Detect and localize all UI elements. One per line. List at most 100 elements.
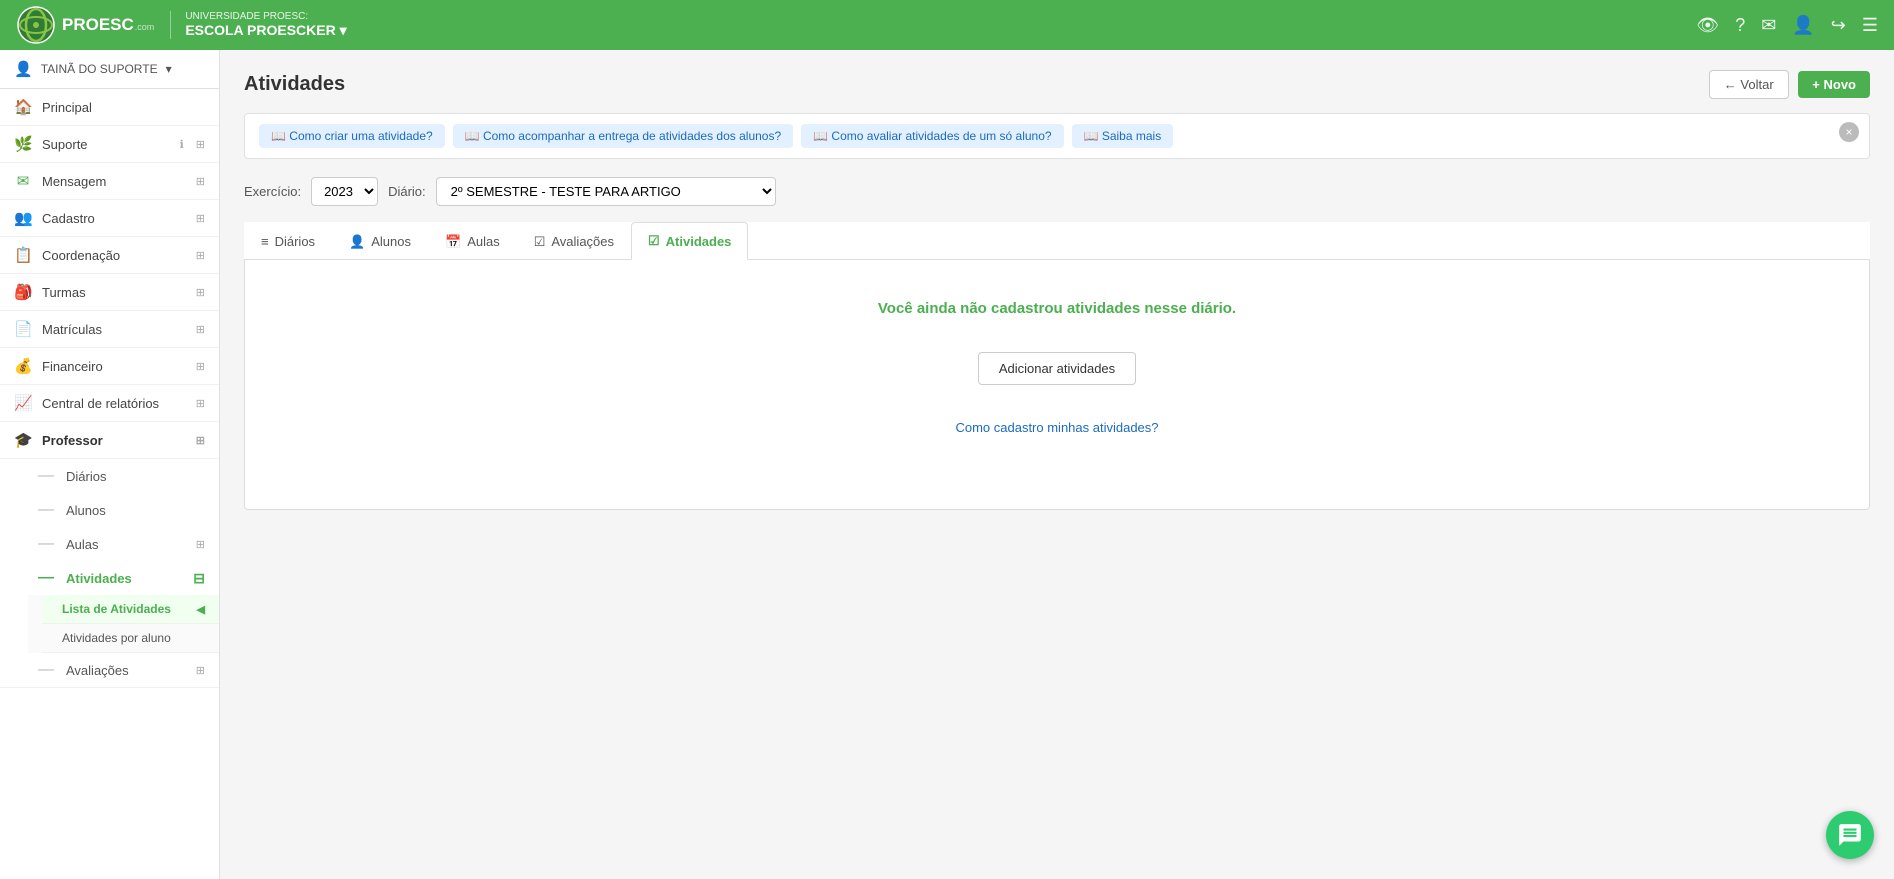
exercicio-select[interactable]: 2023 2022 2021 bbox=[311, 177, 378, 206]
signout-icon[interactable]: ↪ bbox=[1831, 15, 1846, 36]
sidebar-item-suporte[interactable]: 🌿 Suporte ℹ ⊞ bbox=[0, 126, 219, 163]
sidebar-item-principal[interactable]: 🏠 Principal bbox=[0, 89, 219, 126]
chat-bubble[interactable] bbox=[1826, 811, 1874, 859]
cadastro-expand-icon[interactable]: ⊞ bbox=[196, 212, 205, 225]
sidebar-label-turmas: Turmas bbox=[42, 285, 186, 300]
sidebar-sub-item-diarios[interactable]: — Diários bbox=[28, 459, 219, 493]
sidebar-label-suporte: Suporte bbox=[42, 137, 170, 152]
coordenacao-icon: 📋 bbox=[14, 246, 32, 264]
tab-alunos-label: Alunos bbox=[371, 234, 411, 249]
mail-icon[interactable]: ✉ bbox=[1761, 15, 1776, 36]
logo-area[interactable]: PROESC .com bbox=[16, 5, 154, 45]
sidebar-sub-item-atividades[interactable]: — Atividades ⊟ bbox=[28, 561, 219, 595]
eye-icon[interactable]: 👁 bbox=[1696, 15, 1719, 36]
sidebar-item-relatorios[interactable]: 📈 Central de relatórios ⊞ bbox=[0, 385, 219, 422]
matriculas-icon: 📄 bbox=[14, 320, 32, 338]
tab-alunos[interactable]: 👤 Alunos bbox=[332, 222, 428, 260]
sidebar-label-cadastro: Cadastro bbox=[42, 211, 186, 226]
tab-diarios-icon: ≡ bbox=[261, 234, 269, 249]
new-button[interactable]: + Novo bbox=[1798, 71, 1870, 98]
tab-alunos-icon: 👤 bbox=[349, 234, 365, 250]
coordenacao-expand-icon[interactable]: ⊞ bbox=[196, 249, 205, 262]
dash-diarios: — bbox=[38, 467, 54, 485]
user-bar[interactable]: 👤 TAINÃ DO SUPORTE ▾ bbox=[0, 50, 219, 89]
financeiro-expand-icon[interactable]: ⊞ bbox=[196, 360, 205, 373]
sub-label-avaliacoes: Avaliações bbox=[66, 663, 129, 678]
sidebar-label-relatorios: Central de relatórios bbox=[42, 396, 186, 411]
tab-aulas-icon: 📅 bbox=[445, 234, 461, 250]
sidebar-item-turmas[interactable]: 🎒 Turmas ⊞ bbox=[0, 274, 219, 311]
tab-avaliacoes-icon: ☑ bbox=[534, 234, 546, 250]
university-label: UNIVERSIDADE PROESC: bbox=[185, 11, 346, 22]
school-name[interactable]: ESCOLA PROESCKER ▾ bbox=[185, 22, 346, 39]
relatorios-expand-icon[interactable]: ⊞ bbox=[196, 397, 205, 410]
tab-diarios-label: Diários bbox=[275, 234, 315, 249]
turmas-expand-icon[interactable]: ⊞ bbox=[196, 286, 205, 299]
top-header: PROESC .com UNIVERSIDADE PROESC: ESCOLA … bbox=[0, 0, 1894, 50]
home-icon: 🏠 bbox=[14, 98, 32, 116]
dash-avaliacoes: — bbox=[38, 661, 54, 679]
sidebar-label-principal: Principal bbox=[42, 100, 205, 115]
tab-atividades-label: Atividades bbox=[666, 234, 732, 249]
content-header: Atividades ← Voltar + Novo bbox=[244, 70, 1870, 99]
sidebar-sub-item-alunos[interactable]: — Alunos bbox=[28, 493, 219, 527]
how-to-register-link[interactable]: Como cadastro minhas atividades? bbox=[955, 420, 1158, 435]
user-name: TAINÃ DO SUPORTE bbox=[41, 62, 158, 76]
main-layout: 👤 TAINÃ DO SUPORTE ▾ 🏠 Principal 🌿 Supor… bbox=[0, 50, 1894, 879]
mensagem-expand-icon[interactable]: ⊞ bbox=[196, 175, 205, 188]
help-link-criar[interactable]: 📖 Como criar uma atividade? bbox=[259, 124, 445, 148]
sub-label-atividades: Atividades bbox=[66, 571, 132, 586]
sidebar-item-coordenacao[interactable]: 📋 Coordenação ⊞ bbox=[0, 237, 219, 274]
avaliacoes-expand-icon[interactable]: ⊞ bbox=[196, 664, 205, 677]
tab-aulas-label: Aulas bbox=[467, 234, 500, 249]
aulas-expand-icon[interactable]: ⊞ bbox=[196, 538, 205, 551]
sidebar-subgroup-item-lista[interactable]: Lista de Atividades ◀ bbox=[42, 595, 219, 624]
dash-alunos: — bbox=[38, 501, 54, 519]
sidebar-sub-item-aulas[interactable]: — Aulas ⊞ bbox=[28, 527, 219, 561]
logo-com: .com bbox=[135, 22, 155, 32]
sidebar-item-mensagem[interactable]: ✉ Mensagem ⊞ bbox=[0, 163, 219, 200]
logo-image bbox=[16, 5, 56, 45]
tab-avaliacoes-label: Avaliações bbox=[551, 234, 614, 249]
question-icon[interactable]: ? bbox=[1735, 15, 1745, 36]
suporte-expand-icon[interactable]: ⊞ bbox=[196, 138, 205, 151]
tab-atividades-icon: ☑ bbox=[648, 233, 660, 249]
tab-aulas[interactable]: 📅 Aulas bbox=[428, 222, 517, 260]
sidebar-label-financeiro: Financeiro bbox=[42, 359, 186, 374]
tab-avaliacoes[interactable]: ☑ Avaliações bbox=[517, 222, 631, 260]
sidebar-item-cadastro[interactable]: 👥 Cadastro ⊞ bbox=[0, 200, 219, 237]
tabs-bar: ≡ Diários 👤 Alunos 📅 Aulas ☑ Avaliações … bbox=[244, 222, 1870, 260]
suporte-icon: 🌿 bbox=[14, 135, 32, 153]
dash-aulas: — bbox=[38, 535, 54, 553]
lista-label: Lista de Atividades bbox=[62, 602, 171, 616]
sidebar-sub-item-avaliacoes[interactable]: — Avaliações ⊞ bbox=[28, 653, 219, 687]
sidebar-subgroup-item-atividades-aluno[interactable]: Atividades por aluno bbox=[42, 624, 219, 653]
menu-icon[interactable]: ☰ bbox=[1862, 15, 1878, 36]
mail-sidebar-icon: ✉ bbox=[14, 172, 32, 190]
sub-label-alunos: Alunos bbox=[66, 503, 106, 518]
financeiro-icon: 💰 bbox=[14, 357, 32, 375]
professor-submenu: — Diários — Alunos — Aulas ⊞ — Atividade… bbox=[0, 459, 219, 688]
atividades-collapse-icon[interactable]: ⊟ bbox=[193, 570, 205, 587]
sidebar-item-professor[interactable]: 🎓 Professor ⊞ bbox=[0, 422, 219, 459]
sidebar-label-matriculas: Matrículas bbox=[42, 322, 186, 337]
sidebar-label-mensagem: Mensagem bbox=[42, 174, 186, 189]
diario-label: Diário: bbox=[388, 184, 426, 199]
atividades-aluno-label: Atividades por aluno bbox=[62, 631, 171, 645]
sidebar-item-financeiro[interactable]: 💰 Financeiro ⊞ bbox=[0, 348, 219, 385]
diario-select[interactable]: 2º SEMESTRE - TESTE PARA ARTIGO bbox=[436, 177, 776, 206]
tab-atividades[interactable]: ☑ Atividades bbox=[631, 222, 748, 260]
tab-diarios[interactable]: ≡ Diários bbox=[244, 222, 332, 260]
help-link-saibamais[interactable]: 📖 Saiba mais bbox=[1072, 124, 1174, 148]
help-link-avaliar[interactable]: 📖 Como avaliar atividades de um só aluno… bbox=[801, 124, 1063, 148]
help-circle-icon[interactable]: ℹ bbox=[180, 138, 184, 151]
professor-expand-icon[interactable]: ⊞ bbox=[196, 434, 205, 447]
back-button[interactable]: ← Voltar bbox=[1709, 70, 1789, 99]
sidebar-item-matriculas[interactable]: 📄 Matrículas ⊞ bbox=[0, 311, 219, 348]
matriculas-expand-icon[interactable]: ⊞ bbox=[196, 323, 205, 336]
user-icon[interactable]: 👤 bbox=[1792, 15, 1814, 36]
help-link-acompanhar[interactable]: 📖 Como acompanhar a entrega de atividade… bbox=[453, 124, 793, 148]
tab-content-atividades: Você ainda não cadastrou atividades ness… bbox=[244, 260, 1870, 510]
add-atividades-button[interactable]: Adicionar atividades bbox=[978, 352, 1136, 385]
help-bar-close-button[interactable]: × bbox=[1839, 122, 1859, 142]
